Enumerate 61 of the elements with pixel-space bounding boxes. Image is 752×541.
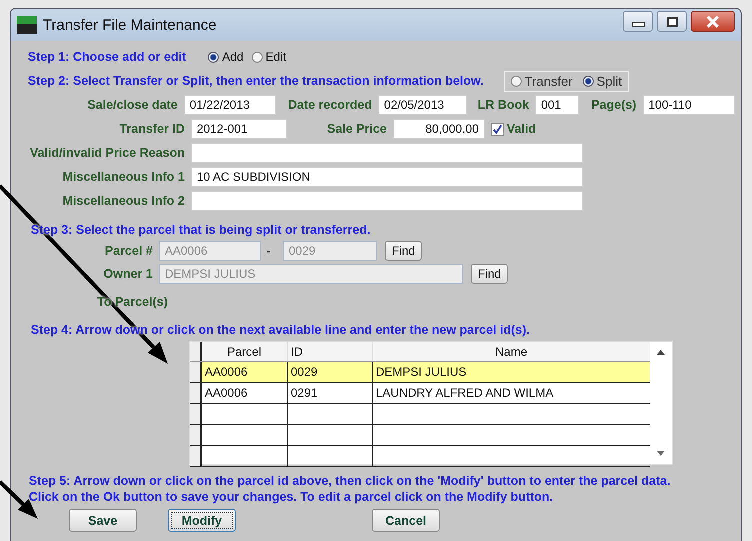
table-row[interactable]: AA0006 0029 DEMPSI JULIUS — [190, 362, 650, 383]
app-logo-icon — [17, 16, 37, 34]
input-field[interactable]: 001 — [535, 95, 579, 115]
field-label: Date recorded — [287, 98, 374, 112]
row-selector-cell[interactable] — [190, 446, 202, 466]
table-cell: DEMPSI JULIUS — [373, 362, 650, 382]
separator-text: - — [267, 244, 272, 258]
action-button[interactable]: Save — [69, 509, 137, 532]
radio-option[interactable]: Transfer — [510, 74, 573, 88]
maximize-button[interactable] — [657, 11, 687, 32]
step-instruction: Click on the Ok button to save your changes. To edit a parcel click on the Modify button. — [29, 489, 554, 505]
step-instruction: Step 5: Arrow down or click on the parcel id above, then click on the 'Modify' button to enter the parcel data. — [29, 473, 672, 489]
input-field[interactable] — [191, 143, 583, 163]
input-field[interactable]: 02/05/2013 — [378, 95, 467, 115]
table-row[interactable] — [190, 446, 650, 467]
radio-option[interactable]: Split — [582, 74, 622, 88]
input-field[interactable]: 01/22/2013 — [184, 95, 276, 115]
input-field[interactable] — [191, 191, 583, 211]
field-label: Miscellaneous Info 1 — [62, 170, 186, 184]
valid-checkbox[interactable]: Valid — [491, 122, 536, 136]
table-cell: AA0006 — [202, 383, 288, 403]
column-header: Parcel — [202, 342, 288, 361]
input-field[interactable]: 80,000.00 — [393, 119, 485, 139]
action-button[interactable]: Modify — [168, 509, 236, 532]
field-label: Sale/close date — [86, 98, 179, 112]
column-header: ID — [288, 342, 373, 361]
input-field[interactable]: 2012-001 — [191, 119, 287, 139]
row-selector-cell[interactable] — [190, 383, 202, 403]
field-label: Owner 1 — [102, 266, 154, 280]
checkmark-icon — [492, 124, 503, 134]
field-label: Valid/invalid Price Reason — [29, 146, 186, 160]
table-row[interactable] — [190, 425, 650, 446]
table-cell: AA0006 — [202, 362, 288, 382]
field-label: LR Book — [476, 98, 530, 112]
row-selector-cell[interactable] — [190, 404, 202, 424]
field-label: Transfer ID — [118, 122, 186, 136]
field-label: Sale Price — [326, 122, 388, 136]
table-row[interactable] — [190, 404, 650, 425]
row-selector-cell[interactable] — [190, 425, 202, 445]
table-row[interactable]: AA0006 0291 LAUNDRY ALFRED AND WILMA — [190, 383, 650, 404]
table-cell: 0291 — [288, 383, 373, 403]
field-label: Parcel # — [104, 244, 154, 258]
radio-option[interactable]: Add — [208, 50, 244, 64]
row-selector-cell[interactable] — [190, 362, 202, 382]
close-icon — [706, 16, 720, 28]
table-cell-text: LAUNDRY ALFRED AND WILMA — [375, 385, 555, 402]
close-button[interactable] — [691, 11, 735, 32]
minimize-button[interactable] — [623, 11, 653, 32]
table-cell: 0029 — [288, 362, 373, 382]
window-title: Transfer File Maintenance — [43, 16, 218, 34]
scroll-up-icon[interactable] — [657, 350, 665, 355]
input-field[interactable]: 100-110 — [642, 95, 735, 115]
radio-option[interactable]: Edit — [252, 50, 286, 64]
step-instruction: Step 2: Select Transfer or Split, then enter the transaction information below. — [28, 74, 484, 88]
input-field[interactable]: 10 AC SUBDIVISION — [191, 167, 583, 187]
scroll-down-icon[interactable] — [657, 451, 665, 456]
field-label: Page(s) — [590, 98, 638, 112]
column-header: Name — [494, 344, 528, 361]
field-label: Miscellaneous Info 2 — [62, 194, 186, 208]
action-button[interactable]: Cancel — [372, 509, 440, 532]
step-instruction: Step 1: Choose add or edit — [28, 50, 186, 64]
